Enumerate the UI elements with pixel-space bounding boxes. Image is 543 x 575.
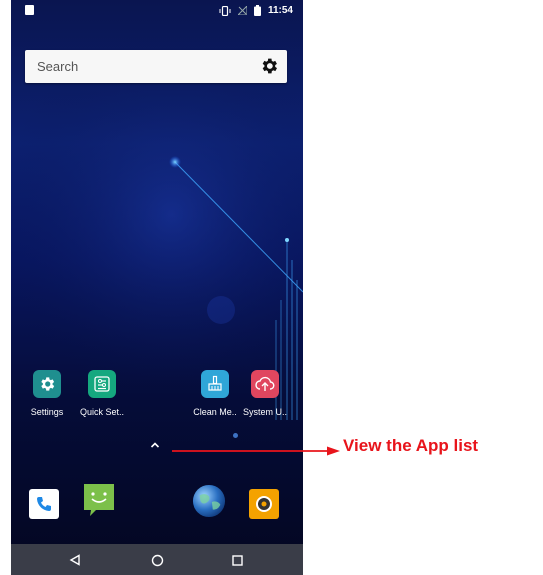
cloud-upload-icon bbox=[251, 370, 279, 398]
clock: 11:54 bbox=[267, 5, 293, 16]
camera-icon bbox=[249, 489, 279, 519]
app-label: Clean Me.. bbox=[193, 407, 237, 417]
app-label: Settings bbox=[30, 407, 64, 417]
back-triangle-icon bbox=[69, 554, 80, 566]
app-system-update[interactable]: System U.. bbox=[237, 370, 293, 417]
search-bar[interactable]: Search bbox=[25, 50, 287, 83]
search-input[interactable]: Search bbox=[37, 59, 78, 74]
phone-icon bbox=[29, 489, 59, 519]
camera-app[interactable] bbox=[247, 487, 281, 521]
phone-app[interactable] bbox=[27, 487, 61, 521]
phone-screen: 11:54 Search Settings Quick Set.. Clean … bbox=[11, 0, 303, 575]
battery-icon bbox=[253, 5, 261, 16]
settings-gear-icon[interactable] bbox=[259, 56, 279, 76]
app-label: Quick Set.. bbox=[79, 407, 124, 417]
recents-button[interactable] bbox=[229, 552, 245, 568]
status-bar: 11:54 bbox=[11, 0, 303, 22]
home-button[interactable] bbox=[149, 552, 165, 568]
vibrate-icon bbox=[219, 5, 231, 16]
app-settings[interactable]: Settings bbox=[19, 370, 75, 417]
annotation-label: View the App list bbox=[343, 436, 479, 455]
navigation-bar bbox=[11, 544, 303, 575]
sim-card-icon bbox=[25, 5, 34, 15]
browser-app[interactable] bbox=[192, 484, 226, 518]
broom-icon bbox=[201, 370, 229, 398]
sliders-icon bbox=[88, 370, 116, 398]
no-signal-icon bbox=[237, 6, 247, 15]
back-button[interactable] bbox=[67, 552, 83, 568]
recents-square-icon bbox=[231, 554, 243, 566]
app-label: System U.. bbox=[242, 407, 287, 417]
annotation-arrow-icon bbox=[172, 446, 340, 456]
globe-browser-icon bbox=[192, 484, 226, 518]
messaging-app[interactable] bbox=[82, 483, 116, 517]
app-clean-memory[interactable]: Clean Me.. bbox=[187, 370, 243, 417]
page-indicator bbox=[233, 433, 238, 438]
message-smile-icon bbox=[84, 484, 114, 516]
app-drawer-chevron-up-icon[interactable] bbox=[150, 441, 160, 449]
home-circle-icon bbox=[151, 554, 163, 566]
app-quick-settings[interactable]: Quick Set.. bbox=[74, 370, 130, 417]
settings-app-icon bbox=[33, 370, 61, 398]
